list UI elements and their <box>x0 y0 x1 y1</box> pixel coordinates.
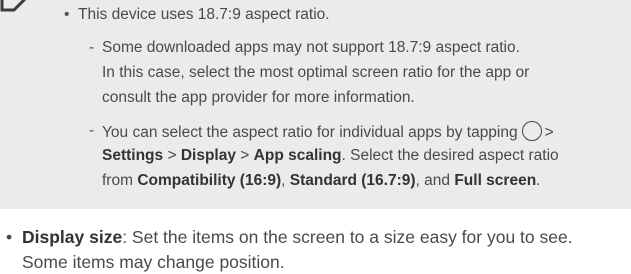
note-pencil-icon <box>0 0 44 16</box>
sub1-line-3: consult the app provider for more inform… <box>102 89 415 106</box>
display-term: Display <box>180 147 236 164</box>
standard-term: Standard (16.7:9) <box>289 172 416 189</box>
settings-term: Settings <box>102 147 164 164</box>
sub2-line-2: Settings > Display > App scaling. Select… <box>102 146 559 166</box>
and-word: , and <box>415 172 451 189</box>
sub2-line2-tail: . Select the desired aspect ratio <box>341 147 559 164</box>
period: . <box>536 172 541 189</box>
sub2-line1-text: You can select the aspect ratio for indi… <box>102 124 518 141</box>
note-bullet-1: • <box>64 6 70 23</box>
gt-separator: > <box>240 147 250 164</box>
display-size-line-1: Display size: Set the items on the scree… <box>22 225 573 249</box>
home-circle-icon <box>521 121 542 141</box>
display-size-term: Display size <box>22 227 123 247</box>
gt-separator: > <box>544 124 554 141</box>
sub2-line-1: You can select the aspect ratio for indi… <box>102 121 554 143</box>
compatibility-term: Compatibility (16:9) <box>137 172 282 189</box>
note-item-1: This device uses 18.7:9 aspect ratio. <box>78 6 330 23</box>
sub-dash-2: - <box>89 122 95 139</box>
sub-dash-1: - <box>89 39 95 56</box>
sub2-line-3: from Compatibility (16:9), Standard (16.… <box>102 171 540 191</box>
main-bullet: • <box>6 227 13 247</box>
comma: , <box>281 172 286 189</box>
note-box: • This device uses 18.7:9 aspect ratio. … <box>0 0 631 209</box>
full-screen-term: Full screen <box>454 172 537 189</box>
sub1-line-1: Some downloaded apps may not support 18.… <box>102 39 520 56</box>
display-size-desc-1: : Set the items on the screen to a size … <box>122 227 573 247</box>
display-size-line-2: Some items may change position. <box>22 252 285 272</box>
from-word: from <box>102 172 133 189</box>
sub1-line-2: In this case, select the most optimal sc… <box>102 64 530 81</box>
app-scaling-term: App scaling <box>253 147 342 164</box>
gt-separator: > <box>167 147 177 164</box>
